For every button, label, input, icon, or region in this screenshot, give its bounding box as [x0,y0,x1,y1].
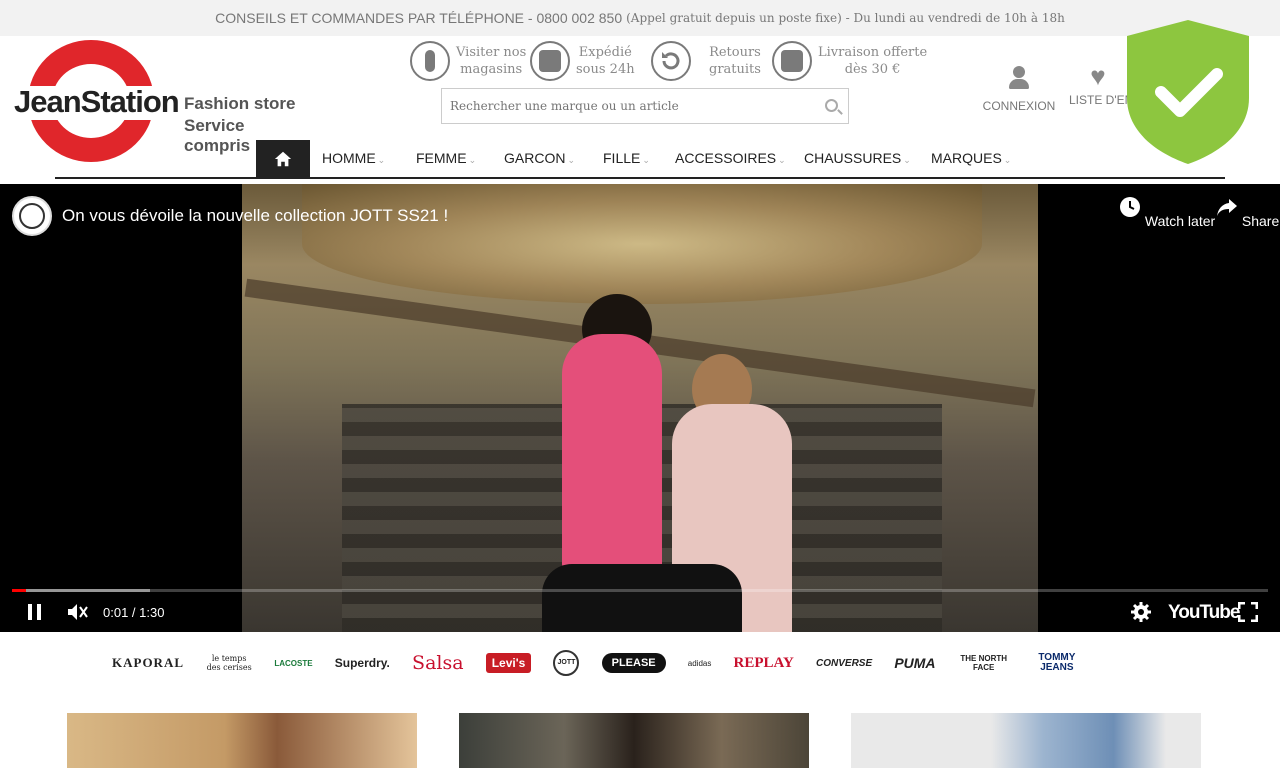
top-info-bar: CONSEILS ET COMMANDES PAR TÉLÉPHONE - 08… [0,0,1280,36]
progress-buffered [12,589,151,592]
feature-line: magasins [460,62,523,77]
share-button[interactable]: Share [1216,196,1279,229]
nav-label: FILLE [603,150,641,166]
return-arrow-icon [651,41,691,81]
brand-logo-kaporal[interactable]: KAPORAL [112,655,184,671]
heart-icon: ♥ [1090,61,1106,91]
video-time: 0:01 / 1:30 [103,605,165,620]
mute-icon[interactable] [66,602,88,622]
video-title-bar[interactable]: On vous dévoile la nouvelle collection J… [12,196,448,236]
chevron-down-icon: ⌄ [1003,155,1012,165]
channel-avatar[interactable] [12,196,52,236]
brand-logo-replay[interactable]: REPLAY [734,655,794,672]
promo-image-women[interactable] [67,713,417,768]
feature-free-returns[interactable]: Retours gratuits [651,41,761,81]
nav-label: MARQUES [931,150,1002,166]
video-frame [242,184,1038,632]
search-icon[interactable] [825,99,838,112]
truck-euro-icon [772,41,812,81]
nav-item-marques[interactable]: MARQUES ⌄ [931,150,1011,166]
nav-item-homme[interactable]: HOMME ⌄ [322,150,385,166]
video-progress-bar[interactable] [12,589,1268,592]
brand-logo-tommy-jeans[interactable]: TOMMY JEANS [1032,653,1082,673]
nav-label: GARCON [504,150,566,166]
search-box [441,88,849,124]
brand-logo-levis[interactable]: Levi's [485,653,532,673]
share-icon [1217,199,1237,216]
login-link[interactable]: CONNEXION [982,62,1056,113]
video-title[interactable]: On vous dévoile la nouvelle collection J… [62,206,448,226]
nav-item-chaussures[interactable]: CHAUSSURES ⌄ [804,150,911,166]
brand-logo-le-temps-des-cerises[interactable]: le temps des cerises [206,654,252,672]
nav-item-accessoires[interactable]: ACCESSOIRES ⌄ [675,150,786,166]
share-label: Share [1241,213,1280,229]
pause-icon[interactable] [26,602,44,622]
chevron-down-icon: ⌄ [778,155,786,165]
search-input[interactable] [450,99,810,113]
fullscreen-icon[interactable] [1238,602,1258,622]
brand-logo-adidas[interactable]: adidas [688,659,712,668]
progress-played [12,589,26,592]
brand-logo-please[interactable]: PLEASE [601,653,666,673]
feature-line: sous 24h [576,62,635,77]
promo-image-denim[interactable] [851,713,1201,768]
brand-logo-converse[interactable]: CONVERSE [816,658,872,669]
promo-image-men[interactable] [459,713,809,768]
feature-visit-stores[interactable]: Visiter nos magasins [410,41,526,81]
brand-logo-superdry[interactable]: Superdry. [335,656,390,670]
brand-logo-jott[interactable]: JOTT [553,650,580,676]
nav-label: ACCESSOIRES [675,150,777,166]
phone-info-details: (Appel gratuit depuis un poste fixe) - D… [626,11,1065,25]
store-person-icon [410,41,450,81]
nav-item-femme[interactable]: FEMME ⌄ [416,150,476,166]
feature-line: dès 30 € [844,62,901,77]
wishlist-label: LISTE D'EN [1069,93,1134,107]
feature-line: Expédié [578,45,632,60]
brand-logos-strip: KAPORAL le temps des cerises LACOSTE Sup… [112,645,1082,681]
chevron-down-icon: ⌄ [567,155,575,165]
nav-label: CHAUSSURES [804,150,902,166]
main-nav: HOMME ⌄ FEMME ⌄ GARCON ⌄ FILLE ⌄ ACCESSOIRES… [55,140,1225,179]
home-icon [274,151,292,166]
login-label: CONNEXION [982,99,1056,113]
user-icon [1013,66,1025,78]
feature-line: Retours [709,45,761,60]
video-player[interactable]: On vous dévoile la nouvelle collection J… [0,184,1280,632]
phone-info: CONSEILS ET COMMANDES PAR TÉLÉPHONE - 08… [215,10,623,26]
logo-tagline-1: Fashion store [184,94,296,113]
nav-item-garcon[interactable]: GARCON ⌄ [504,150,575,166]
chevron-down-icon: ⌄ [377,155,386,165]
logo-brand-text: JeanStation [14,84,180,119]
truck-clock-icon [530,41,570,81]
nav-item-fille[interactable]: FILLE ⌄ [603,150,650,166]
brand-logo-lacoste[interactable]: LACOSTE [274,659,312,668]
feature-free-delivery[interactable]: Livraison offerte dès 30 € [772,41,927,81]
chevron-down-icon: ⌄ [642,155,650,165]
feature-line: Visiter nos [456,45,527,60]
feature-line: Livraison offerte [818,45,928,60]
feature-line: gratuits [709,62,761,77]
watch-later-button[interactable]: Watch later [1119,196,1215,229]
clock-icon [1120,197,1140,217]
home-button[interactable] [256,140,310,177]
brand-logo-salsa[interactable]: Salsa [412,652,464,674]
youtube-logo[interactable]: YouTube [1168,602,1240,624]
wishlist-link[interactable]: ♥ LISTE D'EN [1069,62,1133,107]
watch-later-label: Watch later [1144,213,1216,229]
feature-shipping-24h[interactable]: Expédié sous 24h [530,41,635,81]
nav-label: FEMME [416,150,467,166]
brand-logo-puma[interactable]: PUMA [894,655,935,671]
chevron-down-icon: ⌄ [468,155,477,165]
brand-logo-the-north-face[interactable]: THE NORTH FACE [958,654,1010,672]
chevron-down-icon: ⌄ [903,155,911,165]
nav-label: HOMME [322,150,376,166]
settings-icon[interactable] [1131,602,1151,622]
